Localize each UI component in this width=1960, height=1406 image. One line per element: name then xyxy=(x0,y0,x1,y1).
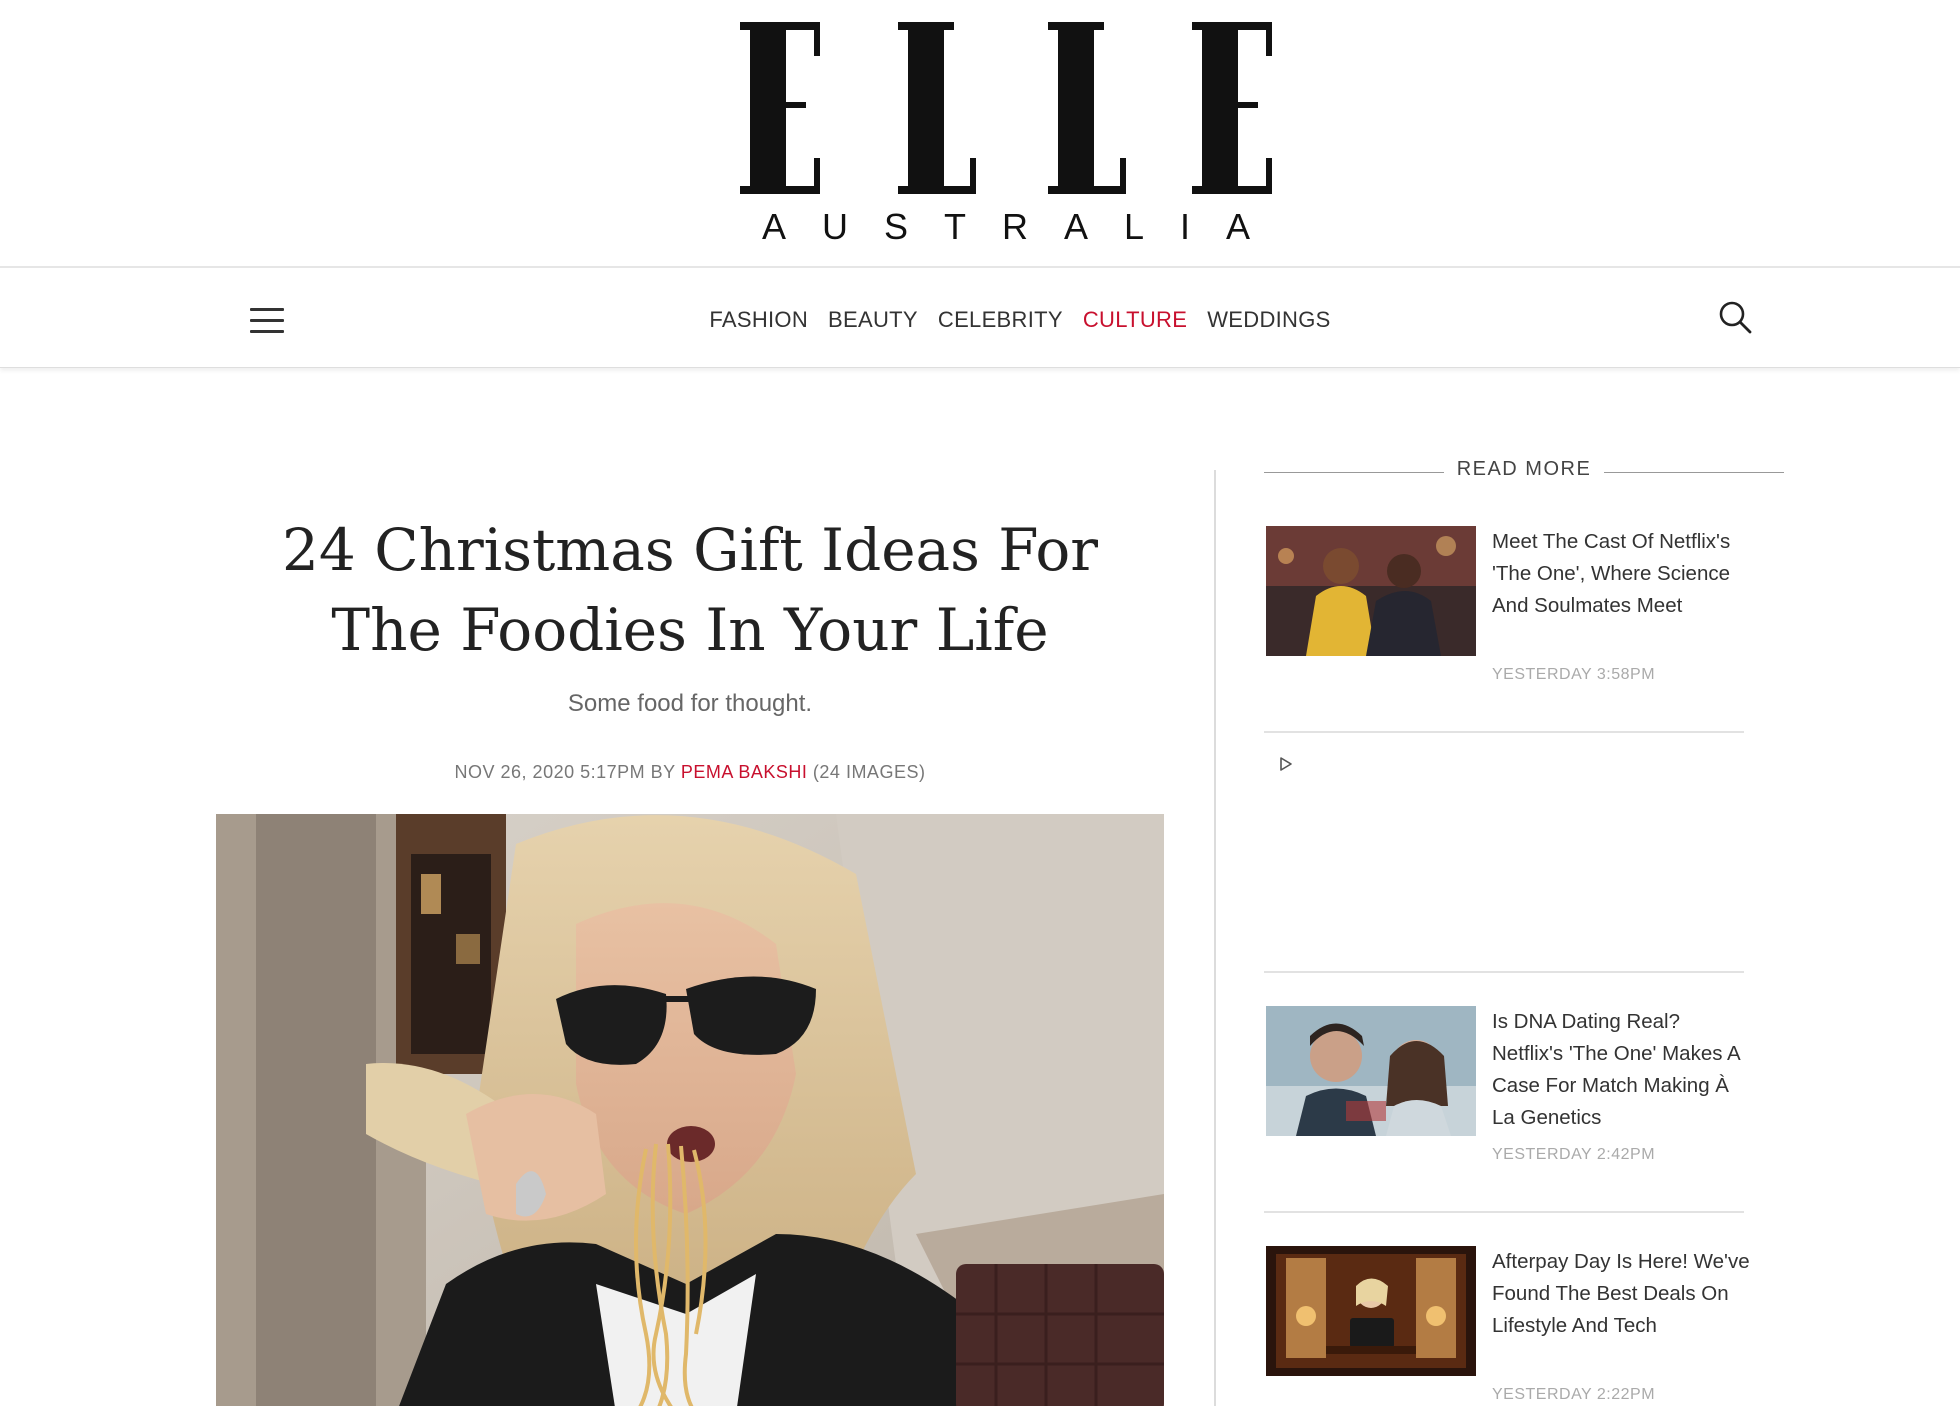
play-icon[interactable] xyxy=(1278,756,1294,777)
card-timestamp: YESTERDAY 3:58PM xyxy=(1492,666,1656,683)
card-timestamp: YESTERDAY 2:42PM xyxy=(1492,1146,1656,1163)
read-more-heading: READ MORE xyxy=(1264,450,1784,496)
main-nav: FASHION BEAUTY CELEBRITY CULTURE WEDDING… xyxy=(0,270,1960,368)
nav-item-fashion[interactable]: FASHION xyxy=(709,300,808,340)
masthead: AUSTRALIA xyxy=(0,0,1960,268)
nav-item-beauty[interactable]: BEAUTY xyxy=(828,300,918,340)
nav-item-weddings[interactable]: WEDDINGS xyxy=(1207,300,1330,340)
byline-by: BY xyxy=(650,762,676,782)
logo-elle-glyphs xyxy=(740,22,1272,194)
article-dek: Some food for thought. xyxy=(567,690,813,717)
nav-item-celebrity[interactable]: CELEBRITY xyxy=(938,300,1063,340)
headline-line-1: 24 Christmas Gift Ideas For xyxy=(281,516,1099,584)
read-more-card[interactable]: Is DNA Dating Real? Netflix's 'The One' … xyxy=(1264,1006,1744,1186)
heading-rule-left xyxy=(1264,472,1444,473)
nav-item-culture[interactable]: CULTURE xyxy=(1083,300,1187,340)
search-icon[interactable] xyxy=(1718,300,1752,334)
card-thumbnail[interactable] xyxy=(1266,526,1476,656)
card-thumbnail[interactable] xyxy=(1266,1006,1476,1136)
elle-australia-logo[interactable]: AUSTRALIA xyxy=(740,18,1280,248)
heading-rule-right xyxy=(1604,472,1784,473)
author-link[interactable]: PEMA BAKSHI xyxy=(681,762,808,782)
card-photo xyxy=(1266,1006,1476,1136)
hero-photo xyxy=(216,814,1164,1406)
card-title[interactable]: Is DNA Dating Real? Netflix's 'The One' … xyxy=(1492,1006,1752,1134)
headline-line-2: The Foodies In Your Life xyxy=(331,596,1049,664)
hero-image[interactable] xyxy=(216,814,1164,1406)
hamburger-menu-icon[interactable] xyxy=(250,308,284,334)
image-count: (24 IMAGES) xyxy=(812,762,926,782)
byline: NOV 26, 2020 5:17PM BY PEMA BAKSHI (24 I… xyxy=(200,762,1180,783)
card-photo xyxy=(1266,1246,1476,1376)
publish-date: NOV 26, 2020 5:17PM xyxy=(454,762,646,782)
card-divider xyxy=(1264,971,1744,973)
ad-slot xyxy=(1264,730,1744,970)
card-thumbnail[interactable] xyxy=(1266,1246,1476,1376)
card-photo xyxy=(1266,526,1476,656)
card-title[interactable]: Meet The Cast Of Netflix's 'The One', Wh… xyxy=(1492,526,1752,622)
column-divider xyxy=(1214,470,1216,1406)
read-more-card[interactable]: Meet The Cast Of Netflix's 'The One', Wh… xyxy=(1264,526,1744,706)
article-headline: 24 Christmas Gift Ideas For The Foodies … xyxy=(200,510,1180,670)
card-timestamp: YESTERDAY 2:22PM xyxy=(1492,1386,1656,1403)
logo-wordmark xyxy=(740,18,1280,198)
read-more-card[interactable]: Afterpay Day Is Here! We've Found The Be… xyxy=(1264,1246,1750,1406)
nav-links: FASHION BEAUTY CELEBRITY CULTURE WEDDING… xyxy=(700,300,1340,340)
read-more-label: READ MORE xyxy=(1456,458,1592,480)
card-divider xyxy=(1264,1211,1744,1213)
logo-subtitle: AUSTRALIA xyxy=(762,206,1287,247)
card-title[interactable]: Afterpay Day Is Here! We've Found The Be… xyxy=(1492,1246,1752,1342)
